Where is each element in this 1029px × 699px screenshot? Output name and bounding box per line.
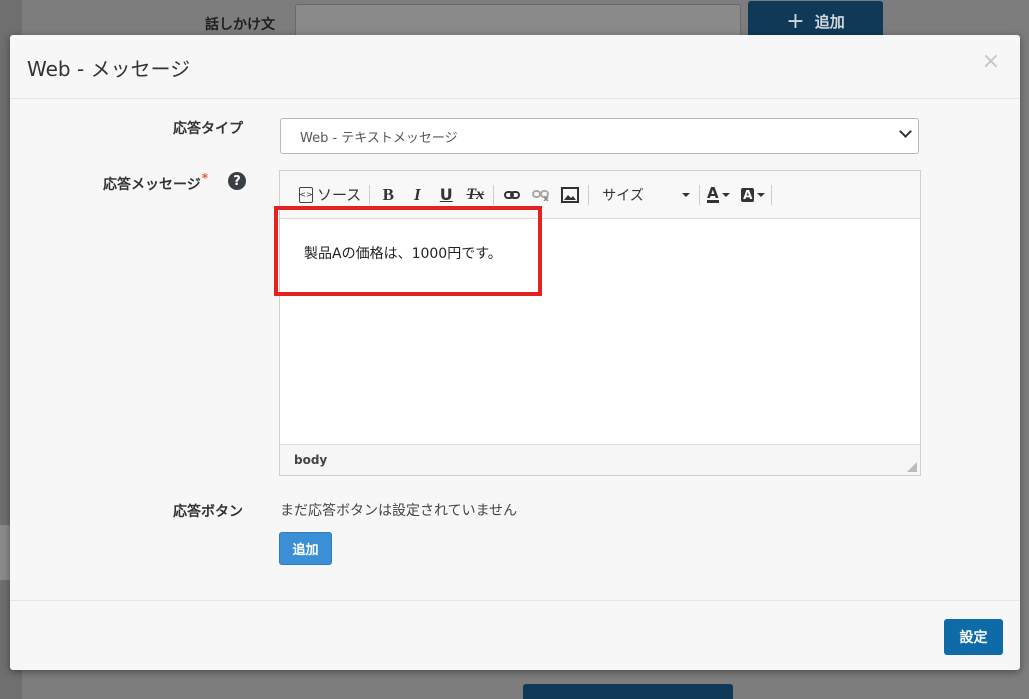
utterance-label: 話しかけ文: [205, 17, 275, 33]
caret-down-icon: [721, 192, 730, 197]
font-size-dropdown[interactable]: サイズ: [594, 182, 694, 208]
element-path[interactable]: body: [294, 453, 327, 467]
modal-footer: 設定: [10, 600, 1020, 670]
modal-title: Web - メッセージ: [27, 57, 191, 81]
source-button[interactable]: <> ソース: [296, 182, 364, 208]
link-icon[interactable]: [499, 182, 525, 208]
bold-button[interactable]: B: [375, 182, 401, 208]
font-size-label: サイズ: [602, 187, 644, 204]
response-buttons-label: 応答ボタン: [173, 504, 243, 520]
italic-button[interactable]: I: [404, 182, 430, 208]
text-color-button[interactable]: A: [705, 182, 731, 208]
close-icon[interactable]: ×: [982, 49, 1000, 74]
background-edge-panel: [0, 525, 10, 580]
remove-format-button[interactable]: Tx: [462, 182, 488, 208]
background-add-label: 追加: [814, 12, 845, 31]
caret-down-icon: [682, 192, 691, 197]
add-response-button[interactable]: 追加: [279, 532, 332, 565]
message-content: 製品Aの価格は、1000円です。: [304, 246, 502, 262]
response-type-value: Web - テキストメッセージ: [300, 130, 458, 146]
submit-button[interactable]: 設定: [944, 619, 1003, 655]
text-color-icon: A: [706, 184, 719, 203]
response-message-label-text: 応答メッセージ: [103, 177, 201, 193]
toolbar-separator: [588, 184, 590, 205]
plus-icon: +: [786, 8, 805, 34]
modal-header: Web - メッセージ ×: [10, 35, 1020, 99]
toolbar-separator: [369, 184, 371, 205]
help-icon[interactable]: ?: [228, 172, 246, 190]
required-asterisk: *: [201, 171, 209, 185]
background-color-icon: A: [741, 187, 755, 202]
no-buttons-note: まだ応答ボタンは設定されていません: [280, 503, 518, 519]
editor-path-bar: body: [280, 444, 920, 475]
background-color-button[interactable]: A: [740, 182, 766, 208]
background-bottom-button: [523, 684, 733, 699]
caret-down-icon: [757, 192, 766, 197]
editor-content-area[interactable]: 製品Aの価格は、1000円です。: [280, 219, 920, 445]
source-label: ソース: [317, 186, 362, 204]
editor-toolbar: <> ソース B I U Tx サイズ A A: [280, 171, 920, 219]
toolbar-separator: [493, 184, 495, 205]
response-type-select[interactable]: Web - テキストメッセージ: [280, 118, 919, 154]
response-type-label: 応答タイプ: [173, 121, 243, 137]
rich-text-editor: <> ソース B I U Tx サイズ A A 製品Aの価格は、1000円です。…: [279, 170, 921, 476]
resize-handle[interactable]: [907, 462, 917, 472]
underline-button[interactable]: U: [433, 182, 459, 208]
toolbar-separator: [771, 184, 773, 205]
chevron-down-icon: [899, 125, 912, 138]
web-message-modal: Web - メッセージ × 応答タイプ Web - テキストメッセージ 応答メッ…: [10, 35, 1020, 670]
source-icon: <>: [299, 186, 313, 203]
toolbar-separator: [699, 184, 701, 205]
response-message-label: 応答メッセージ*: [103, 171, 209, 194]
unlink-icon[interactable]: [528, 182, 554, 208]
image-icon[interactable]: [557, 182, 583, 208]
